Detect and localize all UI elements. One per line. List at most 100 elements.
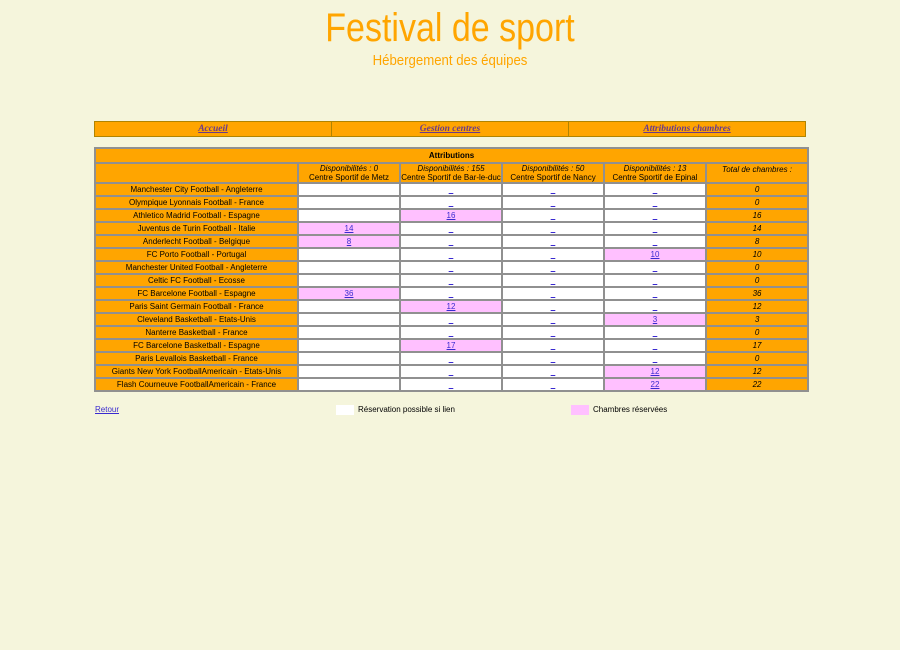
page-subtitle: Hébergement des équipes [372,52,528,69]
accueil-link[interactable]: Accueil [198,124,228,134]
team-name: FC Porto Football - Portugal [96,249,297,260]
reserve-link[interactable]: _ [551,198,555,207]
reserve-link[interactable]: _ [449,237,453,246]
table-row: Nanterre Basketball - France _ _ _ 0 [96,327,808,338]
gestion-centres-link[interactable]: Gestion centres [420,124,480,134]
allocation-cell: _ [401,223,501,234]
reserve-link[interactable]: _ [551,185,555,194]
footer: Retour Réservation possible si lien Cham… [94,404,806,416]
table-row: Paris Saint Germain Football - France 12 _… [96,301,808,312]
allocation-cell: _ [503,210,603,221]
reserve-link[interactable]: _ [449,276,453,285]
reserve-link[interactable]: _ [653,237,657,246]
reserve-link[interactable]: _ [551,237,555,246]
reserve-link[interactable]: _ [449,224,453,233]
reserve-link[interactable]: _ [653,185,657,194]
reserve-link[interactable]: _ [449,185,453,194]
allocation-cell [299,275,399,286]
reserve-link[interactable]: _ [653,224,657,233]
page-title: Festival de sport [325,6,575,50]
reserve-link[interactable]: _ [551,289,555,298]
table-row: FC Porto Football - Portugal _ _ 10 10 [96,249,808,260]
table-row: Manchester United Football - Angleterre _… [96,262,808,273]
reserved-rooms-link[interactable]: 36 [345,289,354,298]
reserved-rooms-link[interactable]: 12 [447,302,456,311]
reserve-link[interactable]: _ [653,302,657,311]
reserve-link[interactable]: _ [551,276,555,285]
team-name: Cleveland Basketball - Etats-Unis [96,314,297,325]
reserve-link[interactable]: _ [449,354,453,363]
allocation-cell: _ [503,366,603,377]
reserve-link[interactable]: _ [551,263,555,272]
allocation-cell: 14 [299,223,399,234]
allocation-cell: 12 [605,366,705,377]
reserve-link[interactable]: _ [653,198,657,207]
total-cell: 0 [707,353,808,364]
reserved-rooms-link[interactable]: 22 [651,380,660,389]
allocation-cell: _ [401,314,501,325]
reserved-rooms-link[interactable]: 16 [447,211,456,220]
reserve-link[interactable]: _ [449,263,453,272]
reserve-link[interactable]: _ [653,211,657,220]
reserve-link[interactable]: _ [551,302,555,311]
allocation-cell: _ [503,249,603,260]
total-cell: 17 [707,340,808,351]
reserve-link[interactable]: _ [551,341,555,350]
reserve-link[interactable]: _ [551,211,555,220]
reserve-link[interactable]: _ [449,367,453,376]
menu-item-attributions-chambres: Attributions chambres [569,122,805,136]
reserved-rooms-link[interactable]: 10 [651,250,660,259]
allocation-cell: _ [401,288,501,299]
reserve-link[interactable]: _ [449,315,453,324]
table-caption: Attributions [96,149,808,162]
table-row: Paris Levallois Basketball - France _ _ _ 0 [96,353,808,364]
reserve-link[interactable]: _ [653,289,657,298]
table-row: FC Barcelone Basketball - Espagne 17 _ _ 17 [96,340,808,351]
reserve-link[interactable]: _ [551,315,555,324]
reserve-link[interactable]: _ [653,354,657,363]
total-cell: 14 [707,223,808,234]
team-name: Nanterre Basketball - France [96,327,297,338]
allocation-cell: _ [503,340,603,351]
reserved-rooms-link[interactable]: 3 [653,315,657,324]
table-row: Giants New York FootballAmericain - Etat… [96,366,808,377]
reserve-link[interactable]: _ [449,198,453,207]
legend-white-label: Réservation possible si lien [358,405,455,414]
reserve-link[interactable]: _ [551,380,555,389]
reserved-rooms-link[interactable]: 17 [447,341,456,350]
reserve-link[interactable]: _ [653,276,657,285]
allocation-cell: _ [503,301,603,312]
allocation-cell: _ [401,366,501,377]
header-centre-metz: Disponibilités : 0 Centre Sportif de Met… [299,164,399,182]
reserve-link[interactable]: _ [551,250,555,259]
allocation-cell: 16 [401,210,501,221]
reserve-link[interactable]: _ [551,224,555,233]
reserved-rooms-link[interactable]: 8 [347,237,351,246]
reserve-link[interactable]: _ [551,328,555,337]
allocation-cell: 22 [605,379,705,390]
reserve-link[interactable]: _ [449,328,453,337]
allocation-cell [299,184,399,195]
reserve-link[interactable]: _ [449,289,453,298]
reserve-link[interactable]: _ [449,250,453,259]
reserve-link[interactable]: _ [551,367,555,376]
team-name: Giants New York FootballAmericain - Etat… [96,366,297,377]
reserve-link[interactable]: _ [653,341,657,350]
team-name: FC Barcelone Basketball - Espagne [96,340,297,351]
total-cell: 0 [707,184,808,195]
centre-label: Centre Sportif de Metz [308,173,390,182]
reserved-rooms-link[interactable]: 12 [651,367,660,376]
allocation-cell: _ [605,223,705,234]
header-row: Disponibilités : 0 Centre Sportif de Met… [96,164,808,182]
reserved-rooms-link[interactable]: 14 [345,224,354,233]
reserve-link[interactable]: _ [449,380,453,389]
allocation-cell: _ [605,288,705,299]
attributions-chambres-link[interactable]: Attributions chambres [643,124,730,134]
allocation-cell: _ [401,236,501,247]
allocation-cell [299,210,399,221]
retour-link[interactable]: Retour [95,404,119,416]
reserve-link[interactable]: _ [653,328,657,337]
centre-label: Centre Sportif de Nancy [510,173,596,182]
reserve-link[interactable]: _ [551,354,555,363]
reserve-link[interactable]: _ [653,263,657,272]
